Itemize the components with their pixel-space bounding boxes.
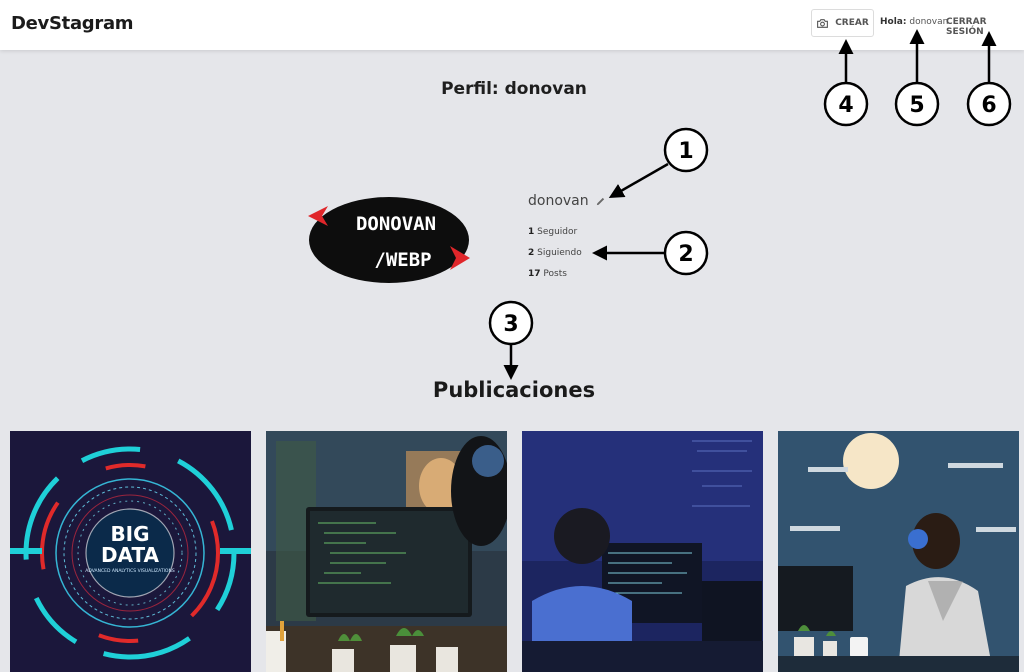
posts-count: 17 (528, 269, 541, 279)
camera-icon (817, 18, 829, 28)
avatar-text-line2: /WEBP (374, 249, 431, 271)
post1-caption: ADVANCED ANALYTICS VISUALIZATIONS (85, 568, 175, 574)
post1-data-text: DATA (101, 543, 160, 567)
top-navbar: DevStagram CREAR Hola: donovan CERRAR SE… (0, 0, 1024, 50)
posts-stat: 17 Posts (528, 269, 567, 279)
greeting: Hola: donovan (880, 17, 948, 27)
create-post-button[interactable]: CREAR (811, 9, 874, 37)
post-thumbnail-2[interactable] (266, 431, 507, 672)
posts-label: Posts (543, 269, 567, 279)
following-stat: 2 Siguiendo (528, 248, 582, 258)
post-thumbnail-3[interactable] (522, 431, 763, 672)
annotation-1: 1 (678, 139, 693, 164)
pencil-icon[interactable] (595, 196, 606, 207)
logout-button[interactable]: CERRAR SESIÓN (946, 17, 1024, 37)
username-text: donovan (528, 193, 589, 209)
profile-avatar: DONOVAN /WEBP (308, 197, 470, 283)
page-title: Perfil: donovan (441, 79, 587, 99)
avatar-text-line1: DONOVAN (356, 213, 436, 235)
post-image-3 (522, 431, 763, 672)
annotation-3: 3 (503, 312, 518, 337)
followers-stat: 1 Seguidor (528, 227, 577, 237)
following-count: 2 (528, 248, 535, 258)
following-label: Siguiendo (537, 248, 582, 258)
post-thumbnail-1[interactable]: BIG DATA ADVANCED ANALYTICS VISUALIZATIO… (10, 431, 251, 672)
followers-count: 1 (528, 227, 535, 237)
publications-title: Publicaciones (432, 378, 596, 402)
post-image-4 (778, 431, 1019, 672)
create-post-label: CREAR (835, 18, 869, 28)
post-image-2 (266, 431, 507, 672)
greeting-prefix: Hola: (880, 17, 907, 27)
post-image-1: BIG DATA ADVANCED ANALYTICS VISUALIZATIO… (10, 431, 251, 672)
brand-logo[interactable]: DevStagram (11, 13, 134, 34)
followers-label: Seguidor (537, 227, 578, 237)
profile-username: donovan (528, 193, 606, 209)
post-thumbnail-4[interactable] (778, 431, 1019, 672)
annotation-2: 2 (678, 242, 693, 267)
greeting-username[interactable]: donovan (909, 17, 948, 27)
